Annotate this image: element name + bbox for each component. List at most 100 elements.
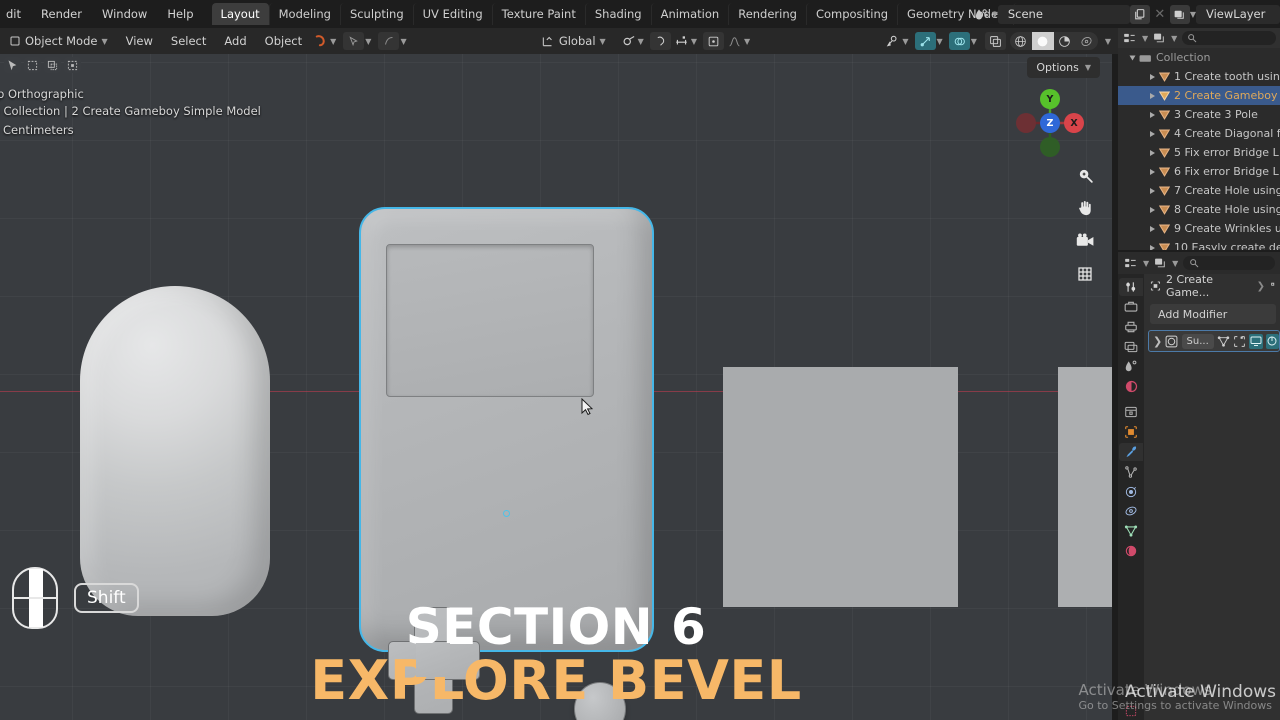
expand-triangle-icon[interactable] [1150,131,1155,137]
outliner-editor-type-icon[interactable] [1123,29,1137,48]
shading-material-preview[interactable] [1054,32,1076,50]
duplicate-scene-icon[interactable] [1130,5,1150,24]
expand-triangle-icon[interactable] [1150,245,1155,251]
world-tab-icon[interactable] [1119,377,1143,395]
scene-dropdown-caret[interactable]: ▼ [992,10,998,19]
viewlayer-tab-icon[interactable] [1119,338,1143,356]
outliner-item[interactable]: 3 Create 3 Pole [1118,105,1280,124]
gizmo-axis-neg-x[interactable] [1016,113,1036,133]
shading-solid[interactable] [1032,32,1054,50]
chevron-down-icon[interactable]: ▼ [691,37,702,46]
output-tab-icon[interactable] [1119,318,1143,336]
gameboy-object[interactable] [359,207,654,652]
chevron-down-icon[interactable]: ▼ [1098,37,1118,46]
expand-triangle-icon[interactable] [1150,150,1155,156]
expand-triangle-icon[interactable] [1150,74,1155,80]
properties-filter-icon[interactable] [1154,254,1167,273]
chevron-down-icon[interactable]: ▼ [744,37,758,46]
menu-select[interactable]: Select [162,34,215,48]
grid-ortho-icon[interactable] [1072,261,1098,287]
snap-increment-icon[interactable] [672,32,691,50]
chevron-down-icon[interactable]: ▼ [330,37,342,46]
chevron-down-icon[interactable]: ▼ [1172,259,1178,268]
tab-texture-paint[interactable]: Texture Paint [492,3,585,25]
chevron-down-icon[interactable]: ▼ [902,37,913,46]
modifier-edit-mode-icon[interactable] [1217,334,1230,349]
gizmo-axis-y[interactable]: Y [1040,89,1060,109]
expand-triangle-icon[interactable] [1150,207,1155,213]
transform-orientation[interactable]: Global ▼ [532,34,615,48]
3d-viewport[interactable]: op Orthographic 1) Collection | 2 Create… [0,54,1112,720]
plane-object-2[interactable] [1058,367,1112,607]
modifier-name-field[interactable]: Su... [1182,334,1214,349]
chevron-down-icon[interactable]: ▼ [1171,34,1177,43]
collection-tab-icon[interactable] [1119,403,1143,421]
outliner-item[interactable]: 7 Create Hole using [1118,181,1280,200]
xray-toggle-icon[interactable] [985,32,1006,50]
falloff-curve-icon[interactable] [725,32,744,50]
menu-edit[interactable]: dit [0,7,31,21]
outliner-item[interactable]: 9 Create Wrinkles u [1118,219,1280,238]
visibility-eye-icon[interactable] [883,32,902,50]
object-tab-icon[interactable] [1119,423,1143,441]
outliner-item-selected[interactable]: 2 Create Gameboy [1118,86,1280,105]
outliner-search-input[interactable] [1182,31,1276,45]
chevron-down-icon[interactable]: ▼ [638,37,649,46]
outliner-item[interactable]: 5 Fix error Bridge L [1118,143,1280,162]
overlays-icon[interactable] [949,32,970,50]
shading-rendered[interactable] [1076,32,1098,50]
chevron-down-icon[interactable]: ▼ [937,37,948,46]
expand-triangle-icon[interactable] [1150,169,1155,175]
proportional-edit-icon[interactable] [703,32,724,50]
outliner-item[interactable]: 8 Create Hole using [1118,200,1280,219]
properties-editor-type-icon[interactable] [1124,254,1138,273]
menu-object[interactable]: Object [256,34,311,48]
tab-layout[interactable]: Layout [212,3,269,25]
plane-object-1[interactable] [723,367,958,607]
expand-triangle-icon[interactable] [1150,188,1155,194]
snap-magnet-icon[interactable] [619,32,638,50]
tab-shading[interactable]: Shading [585,3,651,25]
tweak-tool-icon[interactable] [4,57,21,73]
expand-triangle-icon[interactable] [1150,226,1155,232]
tab-compositing[interactable]: Compositing [806,3,897,25]
outliner-item[interactable]: 4 Create Diagonal f [1118,124,1280,143]
outliner-item[interactable]: 6 Fix error Bridge L [1118,162,1280,181]
gizmo-tool-icon[interactable] [378,32,399,50]
menu-add[interactable]: Add [215,34,255,48]
properties-panel[interactable]: ▼ ▼ [1118,252,1280,720]
constraint-tab-icon[interactable] [1119,502,1143,520]
select-box-icon[interactable] [24,57,41,73]
expand-triangle-icon[interactable] [1150,93,1155,99]
outliner-item[interactable]: 1 Create tooth usin [1118,67,1280,86]
scene-tab-icon[interactable] [1119,357,1143,375]
outliner-panel[interactable]: ▼ ▼ Collection 1 Cr [1118,28,1280,250]
material-tab-icon[interactable] [1119,542,1143,560]
mode-selector[interactable]: Object Mode ▼ [0,34,117,48]
chevron-down-icon[interactable]: ▼ [365,37,377,46]
add-modifier-button[interactable]: Add Modifier [1150,304,1276,324]
zoom-icon[interactable] [1072,162,1098,188]
menu-render[interactable]: Render [31,7,92,21]
scene-name-field[interactable]: Scene [998,5,1130,24]
modifier-realtime-icon[interactable] [1249,334,1262,349]
select-tool-icon[interactable] [343,32,364,50]
outliner-item[interactable]: 10 Easyly create de [1118,238,1280,250]
chevron-down-icon[interactable]: ▼ [1142,34,1148,43]
outliner-filter-icon[interactable] [1153,29,1166,48]
modifier-row[interactable]: ❯ Su... [1148,330,1280,352]
camera-icon[interactable] [1072,228,1098,254]
expand-triangle-icon[interactable] [1150,112,1155,118]
outliner-row-collection[interactable]: Collection [1118,48,1280,67]
snap-toggle-icon[interactable] [650,32,671,50]
particles-tab-icon[interactable] [1119,463,1143,481]
breadcrumb-object-name[interactable]: 2 Create Game... [1166,273,1252,299]
properties-search-input[interactable] [1183,256,1275,270]
chevron-down-icon[interactable]: ▼ [1143,259,1149,268]
chevron-down-icon[interactable]: ▼ [971,37,984,46]
select-circle-icon[interactable] [44,57,61,73]
modifier-tab-icon[interactable] [1119,443,1143,461]
modifier-render-icon[interactable] [1266,334,1279,349]
object-type-magnet-icon[interactable] [311,32,330,50]
pan-hand-icon[interactable] [1072,195,1098,221]
